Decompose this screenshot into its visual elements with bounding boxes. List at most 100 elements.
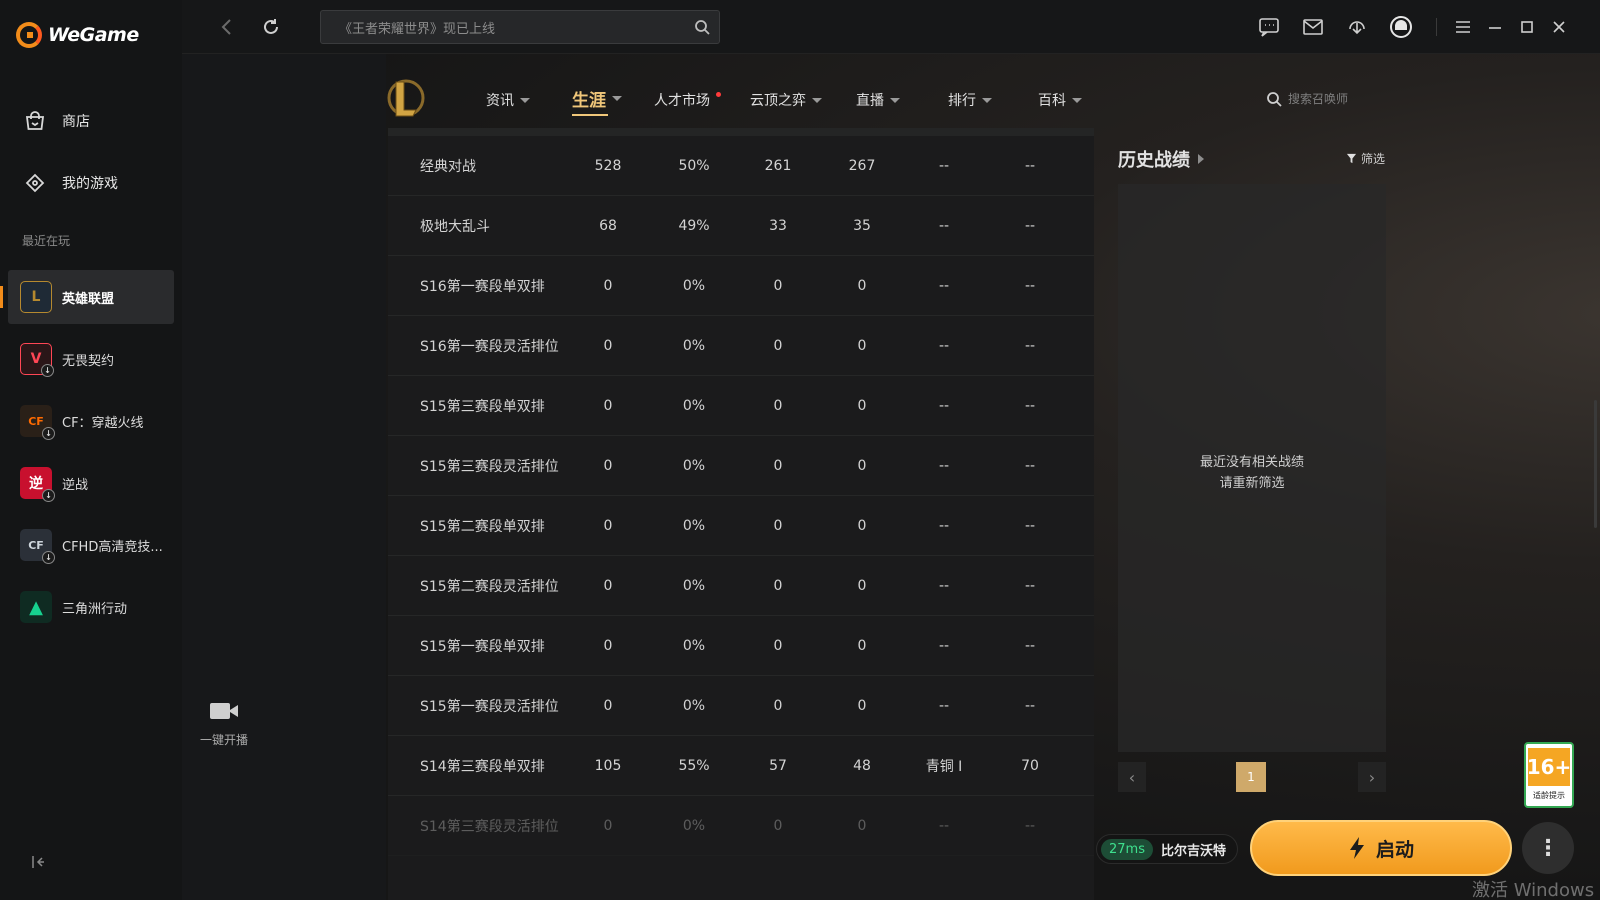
sidebar-game-delta-force[interactable]: ▲ 三角洲行动: [8, 580, 174, 634]
filter-button[interactable]: 筛选: [1346, 150, 1385, 167]
cell-rank: --: [938, 638, 950, 654]
sidebar-game-nizhan[interactable]: 逆 ↓ 逆战: [8, 456, 174, 510]
search-input[interactable]: 《王者荣耀世界》现已上线: [320, 10, 720, 44]
tab-tft[interactable]: 云顶之弈: [750, 90, 822, 110]
page-number-current[interactable]: 1: [1236, 762, 1266, 792]
cell-winrate: 0%: [682, 638, 706, 654]
cell-games: 0: [603, 338, 613, 354]
app-name: WeGame: [48, 24, 139, 46]
tab-live[interactable]: 直播: [856, 90, 900, 110]
server-status[interactable]: 27ms 比尔吉沃特: [1096, 834, 1238, 864]
tab-career[interactable]: 生涯: [572, 86, 622, 116]
cell-winrate: 0%: [682, 338, 706, 354]
chat-button[interactable]: [1256, 14, 1282, 40]
sidebar-item-my-games[interactable]: 我的游戏: [22, 170, 118, 196]
age-rating-value: 16+: [1527, 748, 1571, 786]
lightning-icon: [1349, 837, 1364, 859]
refresh-button[interactable]: [258, 14, 284, 40]
table-row: S15第三赛段单双排 0 0% 0 0 -- --: [388, 376, 1094, 436]
cell-winrate: 50%: [678, 158, 710, 174]
mode-name: 经典对战: [420, 159, 476, 175]
chevron-down-icon: [1072, 97, 1082, 103]
search-placeholder: 《王者荣耀世界》现已上线: [339, 21, 496, 37]
cell-rank: --: [938, 218, 950, 234]
notification-dot: [716, 91, 721, 97]
cell-rank: --: [938, 578, 950, 594]
tab-ranking[interactable]: 排行: [948, 90, 992, 110]
cell-winrate: 0%: [682, 278, 706, 294]
cell-rank: --: [938, 518, 950, 534]
table-row: 经典对战 528 50% 261 267 -- --: [388, 136, 1094, 196]
age-rating-badge: 16+ 适龄提示: [1524, 742, 1574, 808]
download-manager-button[interactable]: [1344, 14, 1370, 40]
cell-losses: 0: [857, 638, 867, 654]
tab-news[interactable]: 资讯: [486, 90, 530, 110]
sidebar-item-store[interactable]: 商店: [22, 108, 90, 134]
cell-wins: 0: [773, 518, 783, 534]
prev-page-button[interactable]: ‹: [1118, 762, 1146, 792]
scrollbar[interactable]: [1594, 400, 1597, 528]
history-title[interactable]: 历史战绩: [1118, 146, 1204, 172]
search-icon[interactable]: [694, 19, 710, 35]
sidebar-game-cf[interactable]: CF ↓ CF：穿越火线: [8, 394, 174, 448]
cell-rank: 青铜 I: [925, 759, 963, 775]
table-row: S15第一赛段灵活排位 0 0% 0 0 -- --: [388, 676, 1094, 736]
cell-rank: --: [938, 158, 950, 174]
summoner-search-input[interactable]: 搜索召唤师: [1266, 90, 1348, 107]
menu-button[interactable]: [1450, 14, 1476, 40]
download-icon: ↓: [42, 427, 55, 440]
collapse-sidebar-icon[interactable]: [30, 854, 46, 870]
cell-points: --: [1024, 518, 1036, 534]
sidebar-game-valorant[interactable]: V ↓ 无畏契约: [8, 332, 174, 386]
cell-winrate: 0%: [682, 818, 706, 834]
tab-wiki[interactable]: 百科: [1038, 90, 1082, 110]
chevron-down-icon: [612, 96, 622, 101]
cell-points: --: [1024, 698, 1036, 714]
ping-value: 27ms: [1101, 838, 1153, 860]
cell-wins: 0: [773, 398, 783, 414]
mode-name: S16第一赛段灵活排位: [420, 339, 559, 355]
one-click-stream-button[interactable]: 一键开播: [194, 700, 254, 748]
mode-name: S14第三赛段灵活排位: [420, 819, 559, 835]
sidebar-item-label: 我的游戏: [62, 176, 118, 192]
cell-winrate: 0%: [682, 458, 706, 474]
cell-winrate: 0%: [682, 698, 706, 714]
table-row: S15第二赛段灵活排位 0 0% 0 0 -- --: [388, 556, 1094, 616]
game-label: CFHD高清竞技...: [62, 539, 163, 555]
tab-talent-market[interactable]: 人才市场: [654, 90, 721, 110]
wegame-logo[interactable]: WeGame: [16, 22, 139, 48]
more-options-button[interactable]: ⋮: [1522, 822, 1574, 874]
mode-name: S16第一赛段单双排: [420, 279, 545, 295]
cell-losses: 0: [857, 338, 867, 354]
minimize-button[interactable]: [1482, 14, 1508, 40]
avatar[interactable]: [1388, 14, 1414, 40]
table-row: S15第三赛段灵活排位 0 0% 0 0 -- --: [388, 436, 1094, 496]
sidebar-game-cfhd[interactable]: CF ↓ CFHD高清竞技...: [8, 518, 174, 572]
cell-points: --: [1024, 278, 1036, 294]
sidebar-game-lol[interactable]: L 英雄联盟: [0, 270, 174, 324]
close-button[interactable]: [1546, 14, 1572, 40]
launch-button[interactable]: 启动: [1250, 820, 1512, 876]
cell-losses: 35: [853, 218, 871, 234]
cell-winrate: 0%: [682, 578, 706, 594]
cell-rank: --: [938, 278, 950, 294]
table-row: S16第一赛段单双排 0 0% 0 0 -- --: [388, 256, 1094, 316]
game-nav: 资讯 生涯 人才市场 云顶之弈 直播 排行 百科 搜索召唤师: [386, 76, 1386, 120]
wegame-window: WeGame 商店 我的游戏 最近在玩 L 英雄联盟 V ↓ 无畏契约 CF ↓ C…: [0, 0, 1600, 900]
chevron-down-icon: [520, 97, 530, 103]
download-icon: ↓: [41, 364, 54, 377]
mail-button[interactable]: [1300, 14, 1326, 40]
download-icon: ↓: [42, 489, 55, 502]
maximize-button[interactable]: [1514, 14, 1540, 40]
next-page-button[interactable]: ›: [1358, 762, 1386, 792]
cell-wins: 0: [773, 578, 783, 594]
cell-wins: 0: [773, 278, 783, 294]
windows-activation-watermark: 激活 Windows: [1472, 880, 1595, 900]
back-button[interactable]: [214, 14, 240, 40]
stats-table: 经典对战 528 50% 261 267 -- -- 极地大乱斗 68 49% 33 35 -- -- S1…: [388, 128, 1094, 900]
lol-icon: L: [20, 281, 52, 313]
lol-logo-icon[interactable]: [386, 76, 426, 120]
cell-games: 0: [603, 458, 613, 474]
cell-points: --: [1024, 458, 1036, 474]
chevron-down-icon: [982, 97, 992, 103]
